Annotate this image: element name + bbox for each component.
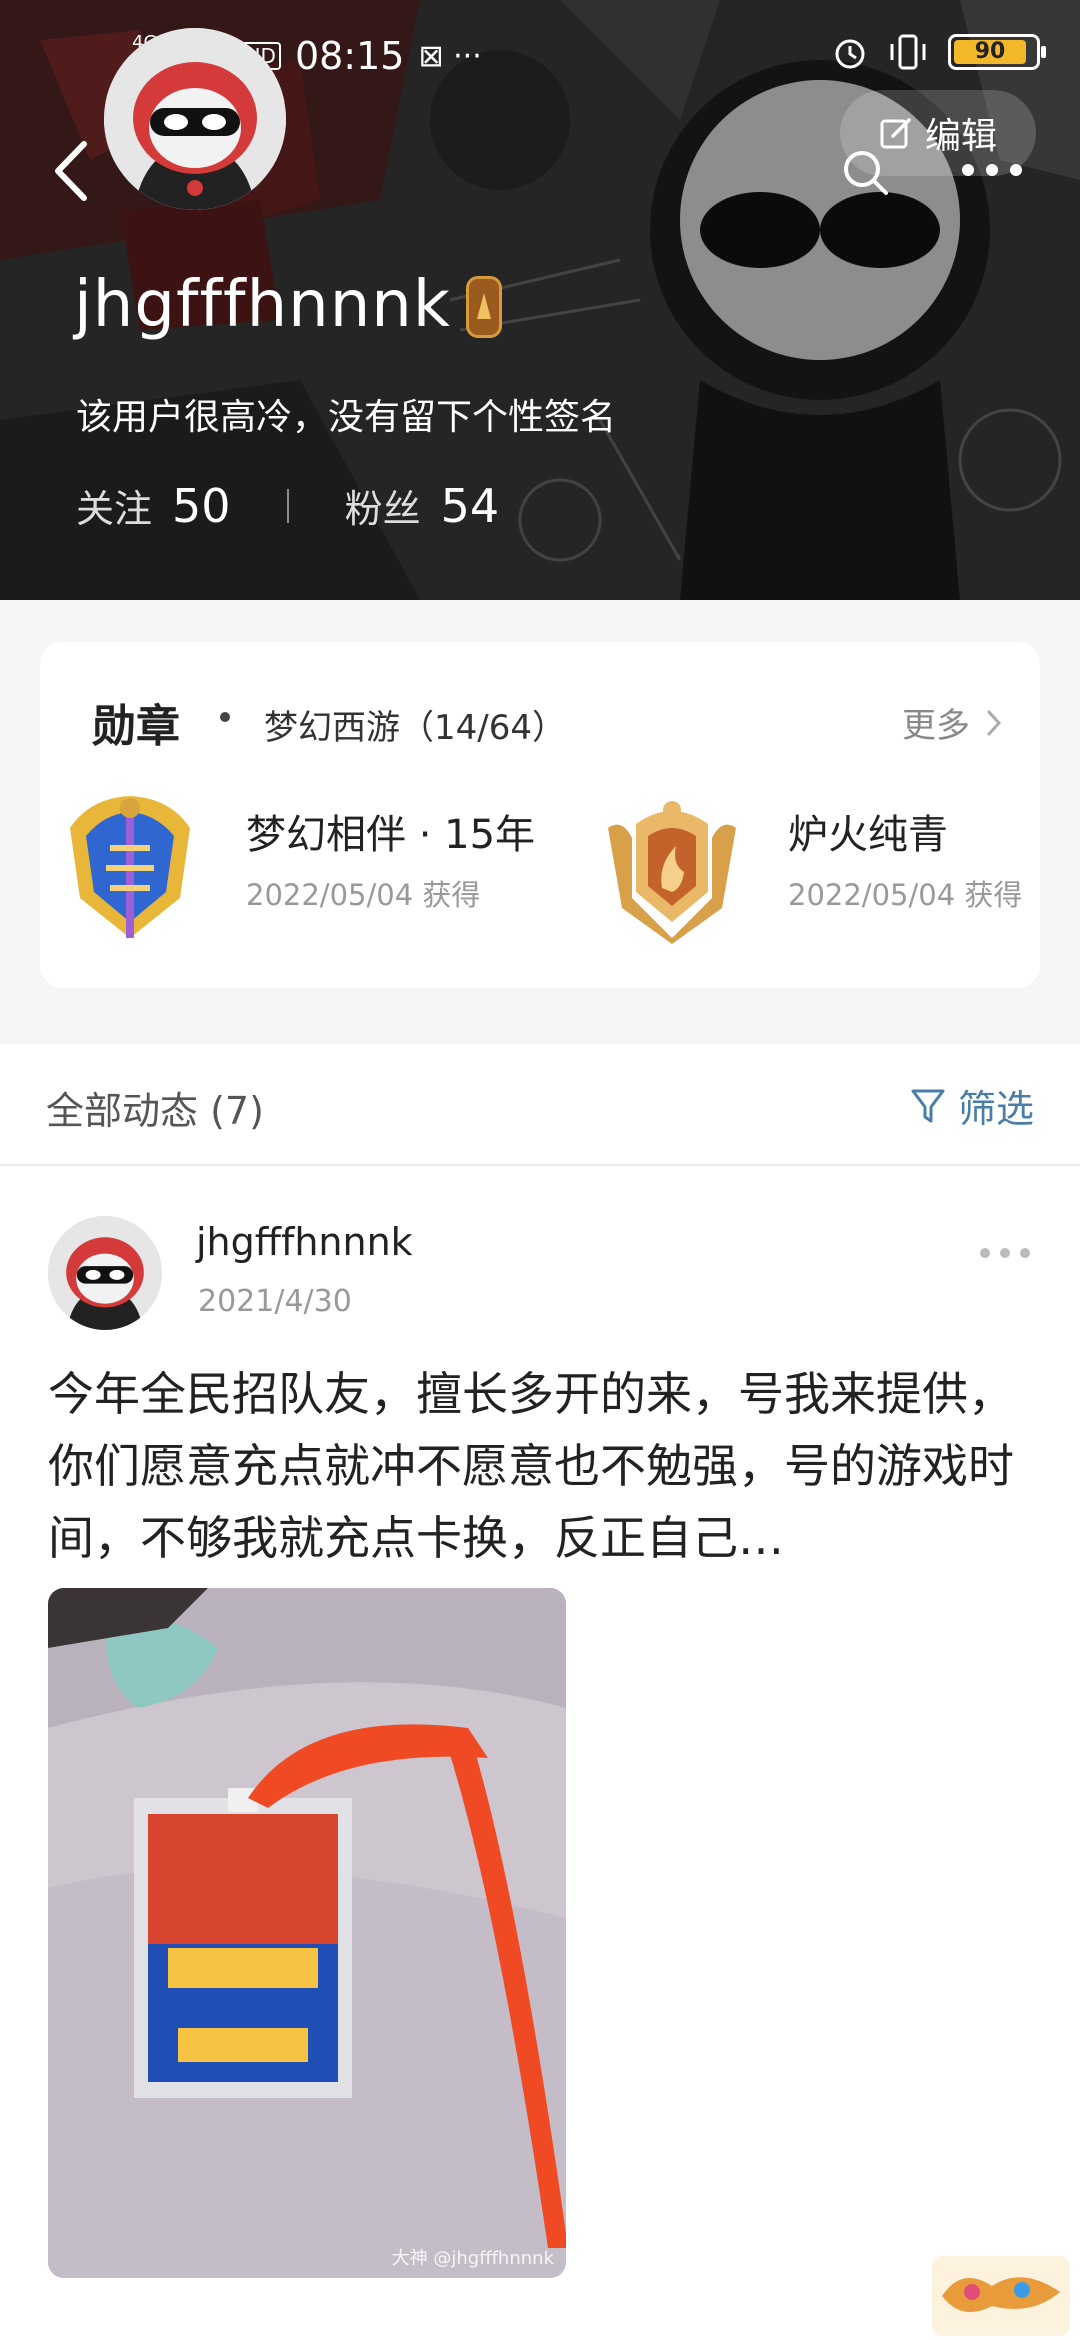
filter-label: 筛选 <box>957 1087 1034 1131</box>
status-extra: ⊠ ··· <box>418 38 482 74</box>
filter-funnel-icon <box>911 1089 945 1122</box>
medal-15-years-icon <box>70 796 190 938</box>
avatar-character-icon <box>48 1216 162 1330</box>
more-options-icon[interactable] <box>962 150 1038 190</box>
medal-game-name: 梦幻西游（14/64） <box>264 708 566 748</box>
stats-divider <box>286 488 289 523</box>
status-time: 08:15 <box>294 34 405 78</box>
followers-count[interactable]: 54 <box>441 479 500 533</box>
medal-more-label: 更多 <box>902 706 970 746</box>
battery-level: 90 <box>954 40 1026 64</box>
post-photo <box>48 1588 566 2278</box>
chevron-right-icon <box>987 710 1002 735</box>
search-icon[interactable] <box>838 145 894 201</box>
post-date: 2021/4/30 <box>198 1284 352 1319</box>
profile-avatar[interactable] <box>104 28 286 210</box>
alarm-icon <box>835 39 865 69</box>
battery-icon: 90 <box>948 34 1046 70</box>
profile-signature: 该用户很高冷，没有留下个性签名 <box>76 397 617 438</box>
profile-header: 4G+ HD 08:15 ⊠ ··· 90 编辑 <box>0 0 1080 600</box>
profile-username: jhgfffhnnnk <box>74 268 451 342</box>
following-label[interactable]: 关注 <box>76 478 152 533</box>
post-text[interactable]: 今年全民招队友，擅长多开的来，号我来提供，你们愿意充点就冲不愿意也不勉强，号的游… <box>48 1358 1038 1574</box>
medal-section-title: 勋章 <box>92 701 180 752</box>
feed-header: 全部动态 (7) 筛选 <box>0 1044 1080 1166</box>
post-more-icon[interactable] <box>980 1248 1030 1258</box>
medal-name: 梦幻相伴 · 15年 <box>246 812 536 858</box>
back-arrow-icon[interactable] <box>44 136 104 206</box>
game-logo-watermark <box>932 2256 1070 2336</box>
filter-button[interactable]: 筛选 <box>910 1078 1034 1133</box>
followers-label[interactable]: 粉丝 <box>345 478 421 533</box>
post-image[interactable]: 大神 @jhgfffhnnnk <box>48 1588 566 2278</box>
post-username[interactable]: jhgfffhnnnk <box>196 1220 413 1264</box>
medal-separator-dot <box>220 712 230 722</box>
avatar-character-icon <box>104 28 286 210</box>
following-count[interactable]: 50 <box>172 479 231 533</box>
image-watermark: 大神 @jhgfffhnnnk <box>391 2248 554 2269</box>
medal-more-button[interactable]: 更多 <box>902 698 1002 747</box>
medal-furnace-icon <box>608 801 736 944</box>
post-avatar[interactable] <box>48 1216 162 1330</box>
medal-date: 2022/05/04 获得 <box>246 878 481 912</box>
vibrate-icon <box>890 34 926 70</box>
profile-stats: 关注 50 粉丝 54 <box>76 478 499 533</box>
medal-name: 炉火纯青 <box>788 812 948 858</box>
medal-card: 勋章 梦幻西游（14/64） 更多 梦幻相伴 · 15年 2022/05/04 … <box>40 642 1040 988</box>
feed-title: 全部动态 (7) <box>46 1089 264 1133</box>
user-level-badge-icon[interactable] <box>466 276 502 338</box>
medal-date: 2022/05/04 获得 <box>788 878 1023 912</box>
